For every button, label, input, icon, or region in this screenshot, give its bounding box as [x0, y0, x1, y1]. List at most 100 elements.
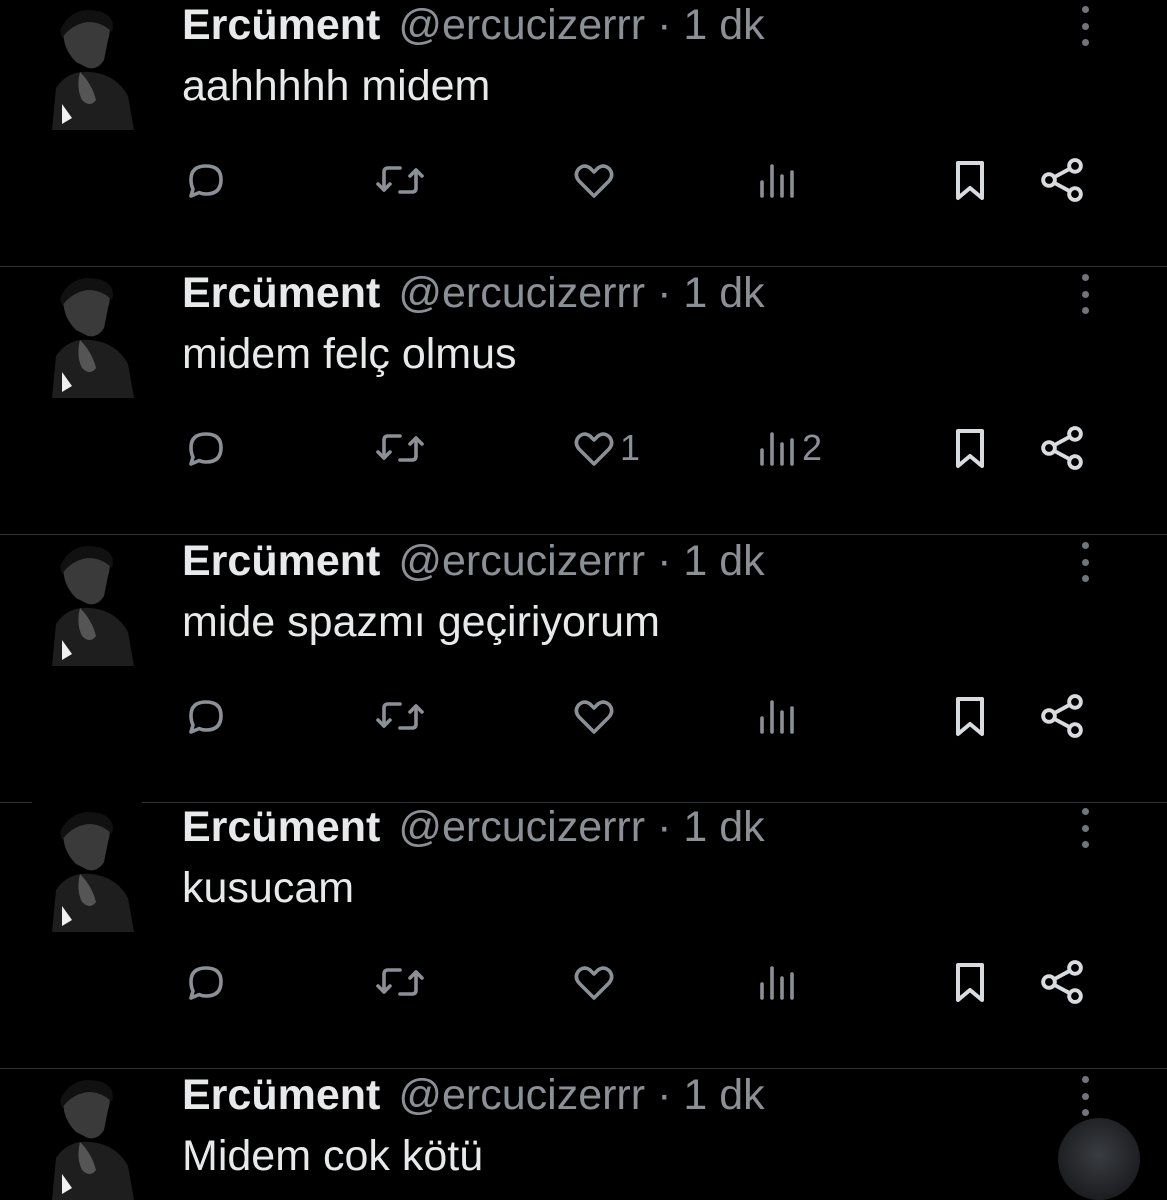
bookmark-button[interactable] [946, 952, 994, 1012]
timestamp[interactable]: 1 dk [683, 537, 764, 586]
tweet-text: aahhhhh midem [182, 62, 491, 110]
tweet-text: mide spazmı geçiriyorum [182, 598, 660, 646]
avatar[interactable] [32, 0, 142, 130]
avatar[interactable] [32, 1070, 142, 1200]
tweet-text: kusucam [182, 864, 355, 912]
share-button[interactable] [1036, 418, 1088, 478]
like-button[interactable] [570, 952, 620, 1012]
timestamp[interactable]: 1 dk [683, 1071, 764, 1120]
tweet-header: Ercüment @ercucizerrr · 1 dk [182, 802, 765, 852]
more-icon[interactable] [1068, 6, 1102, 46]
action-bar: 1 2 [0, 418, 1167, 478]
author-handle[interactable]: @ercucizerrr [398, 803, 645, 852]
reply-icon [182, 156, 230, 204]
timestamp[interactable]: 1 dk [683, 1, 764, 50]
author-name[interactable]: Ercüment [182, 803, 380, 852]
timestamp[interactable]: 1 dk [683, 269, 764, 318]
share-icon [1036, 956, 1088, 1008]
timestamp[interactable]: 1 dk [683, 803, 764, 852]
tweet[interactable]: Ercüment @ercucizerrr · 1 dk aahhhhh mid… [0, 0, 1167, 267]
author-handle[interactable]: @ercucizerrr [398, 1, 645, 50]
more-icon[interactable] [1068, 542, 1102, 582]
share-button[interactable] [1036, 686, 1088, 746]
share-button[interactable] [1036, 150, 1088, 210]
views-button[interactable]: 2 [752, 418, 822, 478]
tweet[interactable]: Ercüment @ercucizerrr · 1 dk kusucam [0, 802, 1167, 1069]
floating-action-button[interactable] [1058, 1118, 1140, 1200]
views-icon [752, 958, 800, 1006]
action-bar [0, 952, 1167, 1012]
retweet-icon [372, 424, 428, 472]
reply-button[interactable] [182, 418, 230, 478]
bookmark-button[interactable] [946, 150, 994, 210]
retweet-button[interactable] [372, 150, 428, 210]
avatar[interactable] [32, 802, 142, 932]
tweet-text: Midem cok kötü [182, 1132, 484, 1180]
tweet[interactable]: Ercüment @ercucizerrr · 1 dk midem felç … [0, 268, 1167, 535]
reply-button[interactable] [182, 952, 230, 1012]
separator: · [657, 1070, 672, 1119]
bookmark-icon [946, 958, 994, 1006]
separator: · [657, 0, 672, 49]
retweet-icon [372, 958, 428, 1006]
views-button[interactable] [752, 150, 802, 210]
heart-icon [570, 958, 618, 1006]
views-icon [752, 156, 800, 204]
author-handle[interactable]: @ercucizerrr [398, 269, 645, 318]
bookmark-button[interactable] [946, 418, 994, 478]
like-count: 1 [620, 427, 641, 468]
share-icon [1036, 690, 1088, 742]
avatar[interactable] [32, 268, 142, 398]
action-bar [0, 150, 1167, 210]
tweet-header: Ercüment @ercucizerrr · 1 dk [182, 0, 765, 50]
retweet-icon [372, 156, 428, 204]
bookmark-icon [946, 424, 994, 472]
retweet-icon [372, 692, 428, 740]
tweet-header: Ercüment @ercucizerrr · 1 dk [182, 1070, 765, 1120]
share-icon [1036, 422, 1088, 474]
views-button[interactable] [752, 952, 802, 1012]
retweet-button[interactable] [372, 686, 428, 746]
like-button[interactable] [570, 686, 620, 746]
separator: · [657, 802, 672, 851]
more-icon[interactable] [1068, 1076, 1102, 1116]
view-count: 2 [802, 427, 823, 468]
like-button[interactable]: 1 [570, 418, 640, 478]
tweet-text: midem felç olmus [182, 330, 517, 378]
author-name[interactable]: Ercüment [182, 1, 380, 50]
share-button[interactable] [1036, 952, 1088, 1012]
more-icon[interactable] [1068, 274, 1102, 314]
like-button[interactable] [570, 150, 620, 210]
more-icon[interactable] [1068, 808, 1102, 848]
bookmark-icon [946, 692, 994, 740]
avatar[interactable] [32, 536, 142, 666]
retweet-button[interactable] [372, 418, 428, 478]
bookmark-button[interactable] [946, 686, 994, 746]
reply-icon [182, 692, 230, 740]
author-handle[interactable]: @ercucizerrr [398, 1071, 645, 1120]
tweet-header: Ercüment @ercucizerrr · 1 dk [182, 268, 765, 318]
tweet-header: Ercüment @ercucizerrr · 1 dk [182, 536, 765, 586]
tweet[interactable]: Ercüment @ercucizerrr · 1 dk Midem cok k… [0, 1070, 1167, 1200]
action-bar [0, 686, 1167, 746]
author-name[interactable]: Ercüment [182, 537, 380, 586]
separator: · [657, 268, 672, 317]
views-icon [752, 692, 800, 740]
retweet-button[interactable] [372, 952, 428, 1012]
reply-button[interactable] [182, 686, 230, 746]
bookmark-icon [946, 156, 994, 204]
views-icon [752, 424, 800, 472]
separator: · [657, 536, 672, 585]
heart-icon [570, 692, 618, 740]
heart-icon [570, 156, 618, 204]
views-button[interactable] [752, 686, 802, 746]
author-name[interactable]: Ercüment [182, 1071, 380, 1120]
author-name[interactable]: Ercüment [182, 269, 380, 318]
tweet[interactable]: Ercüment @ercucizerrr · 1 dk mide spazmı… [0, 536, 1167, 803]
share-icon [1036, 154, 1088, 206]
heart-icon [570, 424, 618, 472]
tweet-feed: Ercüment @ercucizerrr · 1 dk aahhhhh mid… [0, 0, 1167, 1200]
author-handle[interactable]: @ercucizerrr [398, 537, 645, 586]
reply-icon [182, 424, 230, 472]
reply-button[interactable] [182, 150, 230, 210]
